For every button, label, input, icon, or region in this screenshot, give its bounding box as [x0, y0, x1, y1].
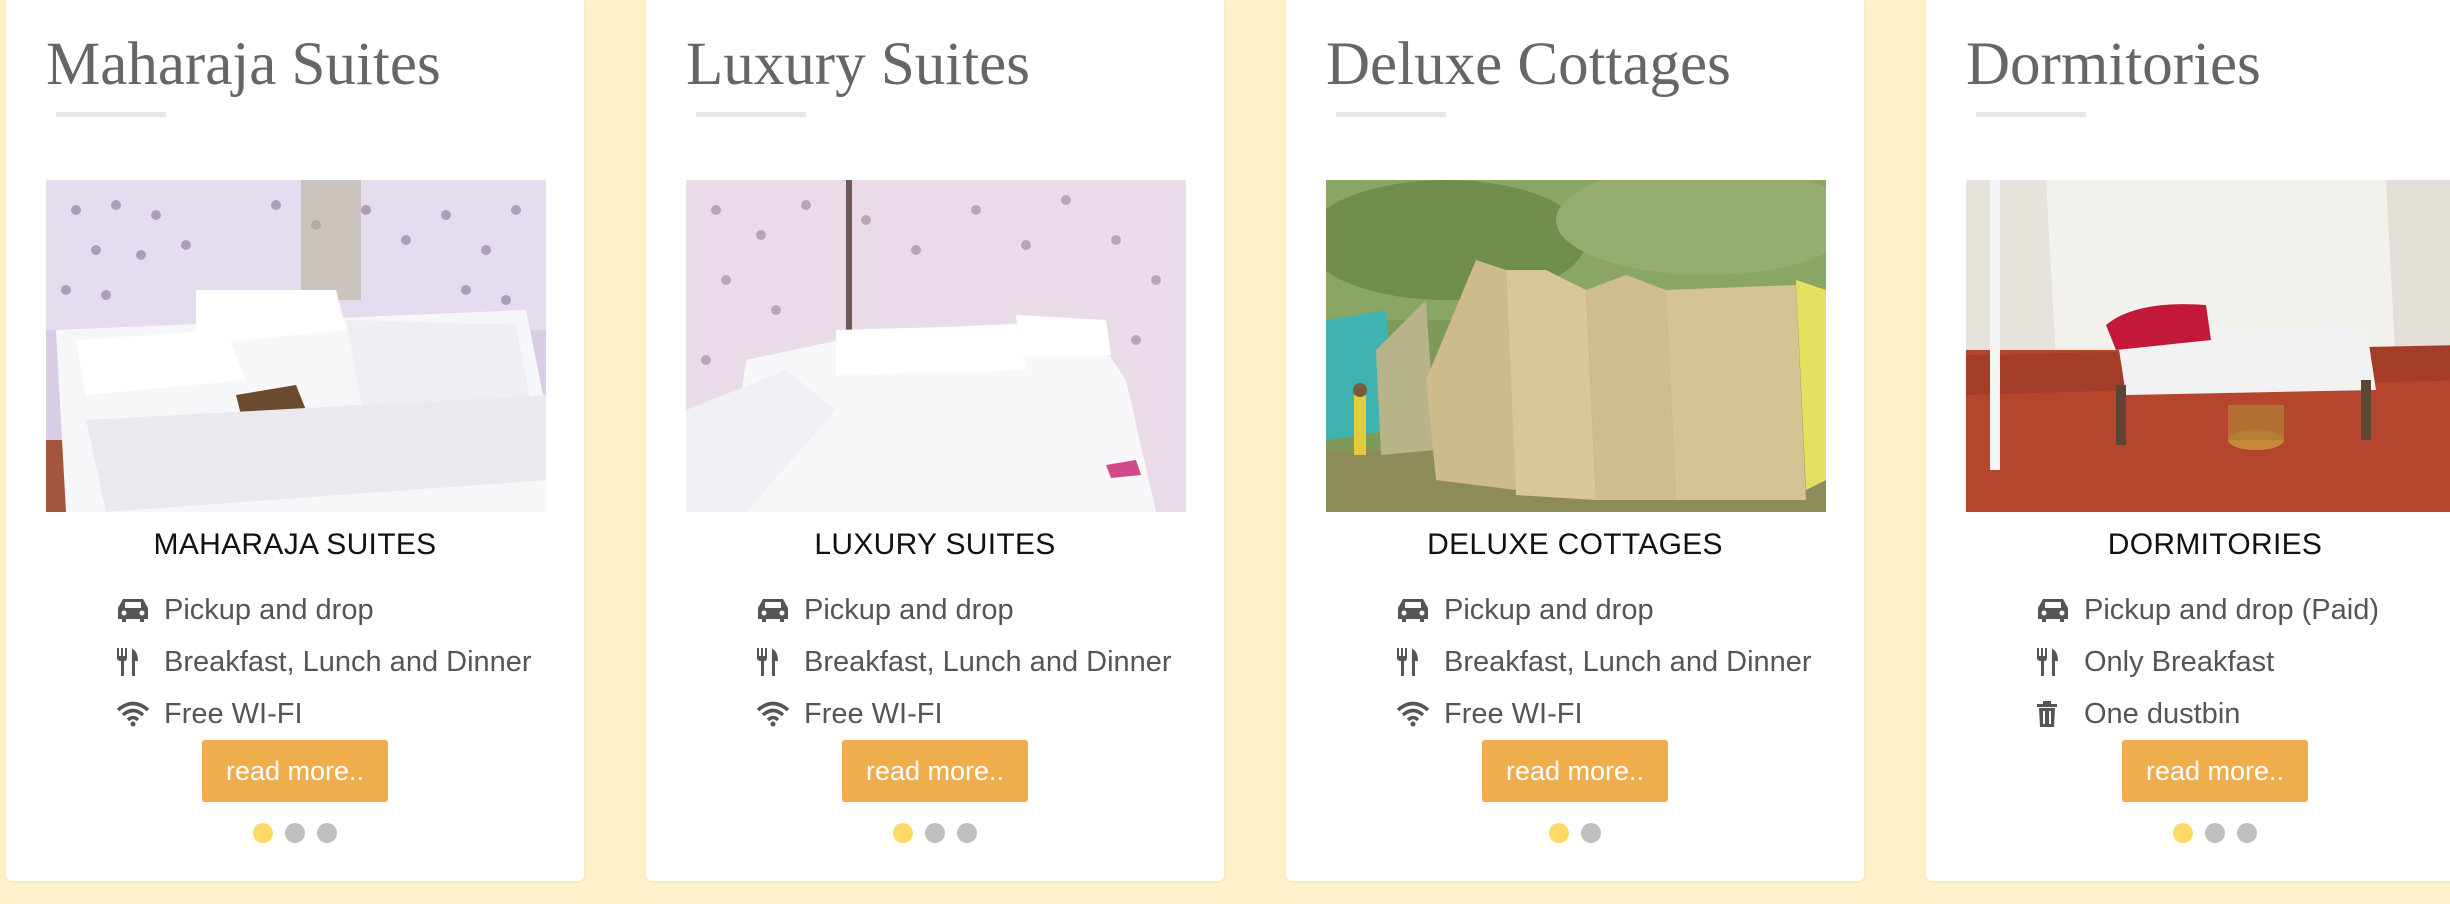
room-card-dormitories: Dormitories DORMITORIES Pickup and drop …: [1926, 0, 2450, 881]
feature-item: One dustbin: [2036, 688, 2379, 740]
wifi-icon: [756, 701, 796, 727]
card-title: Dormitories: [1966, 31, 2261, 98]
carousel-dot-1[interactable]: [253, 823, 273, 843]
car-icon: [756, 597, 796, 623]
cutlery-icon: [116, 647, 156, 677]
feature-text: Free WI-FI: [804, 697, 943, 730]
carousel-dot-2[interactable]: [1581, 823, 1601, 843]
carousel-dot-1[interactable]: [893, 823, 913, 843]
tents-outdoor-photo: [1326, 180, 1826, 512]
cutlery-icon: [756, 647, 796, 677]
read-more-button[interactable]: read more..: [1482, 740, 1668, 802]
title-underline: [696, 112, 806, 117]
feature-list: Pickup and drop Breakfast, Lunch and Din…: [116, 584, 532, 740]
read-more-button[interactable]: read more..: [202, 740, 388, 802]
car-icon: [116, 597, 156, 623]
feature-item: Only Breakfast: [2036, 636, 2379, 688]
read-more-button[interactable]: read more..: [842, 740, 1028, 802]
room-photo[interactable]: [1326, 180, 1826, 512]
feature-list: Pickup and drop (Paid) Only Breakfast On…: [2036, 584, 2379, 740]
carousel-dots: [1286, 823, 1864, 843]
card-title: Deluxe Cottages: [1326, 31, 1731, 98]
room-name: DORMITORIES: [2107, 528, 2323, 561]
feature-text: Breakfast, Lunch and Dinner: [1444, 645, 1812, 678]
trash-icon: [2036, 700, 2076, 728]
room-card-deluxe-cottages: Deluxe Cottages DELUXE COTTAGES Pickup a…: [1286, 0, 1864, 881]
feature-item: Pickup and drop: [116, 584, 532, 636]
carousel-dot-1[interactable]: [1549, 823, 1569, 843]
feature-text: One dustbin: [2084, 697, 2241, 730]
cutlery-icon: [2036, 647, 2076, 677]
carousel-dot-3[interactable]: [957, 823, 977, 843]
dormitory-photo: [1966, 180, 2450, 512]
feature-list: Pickup and drop Breakfast, Lunch and Din…: [756, 584, 1172, 740]
cutlery-icon: [1396, 647, 1436, 677]
feature-list: Pickup and drop Breakfast, Lunch and Din…: [1396, 584, 1812, 740]
tent-bedroom-photo: [46, 180, 546, 512]
feature-text: Only Breakfast: [2084, 645, 2275, 678]
room-name: LUXURY SUITES: [814, 528, 1056, 561]
car-icon: [1396, 597, 1436, 623]
carousel-dot-1[interactable]: [2173, 823, 2193, 843]
feature-item: Free WI-FI: [1396, 688, 1812, 740]
carousel-dot-2[interactable]: [2205, 823, 2225, 843]
feature-item: Pickup and drop: [1396, 584, 1812, 636]
title-underline: [56, 112, 166, 117]
feature-text: Breakfast, Lunch and Dinner: [804, 645, 1172, 678]
feature-item: Pickup and drop (Paid): [2036, 584, 2379, 636]
feature-text: Pickup and drop (Paid): [2084, 593, 2379, 626]
feature-text: Pickup and drop: [804, 593, 1014, 626]
feature-item: Free WI-FI: [756, 688, 1172, 740]
feature-text: Pickup and drop: [1444, 593, 1654, 626]
tent-bedroom-photo: [686, 180, 1186, 512]
room-name: MAHARAJA SUITES: [153, 528, 437, 561]
room-name: DELUXE COTTAGES: [1427, 528, 1723, 561]
feature-text: Free WI-FI: [164, 697, 303, 730]
feature-text: Pickup and drop: [164, 593, 374, 626]
carousel-dot-2[interactable]: [925, 823, 945, 843]
title-underline: [1336, 112, 1446, 117]
wifi-icon: [1396, 701, 1436, 727]
carousel-dots: [6, 823, 584, 843]
room-photo[interactable]: [686, 180, 1186, 512]
feature-text: Free WI-FI: [1444, 697, 1583, 730]
feature-item: Breakfast, Lunch and Dinner: [756, 636, 1172, 688]
room-card-maharaja-suites: Maharaja Suites MAHARAJA SUITES Pickup a…: [6, 0, 584, 881]
carousel-dot-3[interactable]: [2237, 823, 2257, 843]
room-card-luxury-suites: Luxury Suites LUXURY SUITES Pickup and d…: [646, 0, 1224, 881]
carousel-dots: [646, 823, 1224, 843]
carousel-dot-3[interactable]: [317, 823, 337, 843]
feature-item: Pickup and drop: [756, 584, 1172, 636]
read-more-button[interactable]: read more..: [2122, 740, 2308, 802]
carousel-dots: [1926, 823, 2450, 843]
room-photo[interactable]: [46, 180, 546, 512]
wifi-icon: [116, 701, 156, 727]
feature-item: Breakfast, Lunch and Dinner: [1396, 636, 1812, 688]
card-title: Maharaja Suites: [46, 31, 441, 98]
title-underline: [1976, 112, 2086, 117]
car-icon: [2036, 597, 2076, 623]
feature-item: Free WI-FI: [116, 688, 532, 740]
feature-text: Breakfast, Lunch and Dinner: [164, 645, 532, 678]
room-photo[interactable]: [1966, 180, 2450, 512]
card-title: Luxury Suites: [686, 31, 1030, 98]
carousel-dot-2[interactable]: [285, 823, 305, 843]
feature-item: Breakfast, Lunch and Dinner: [116, 636, 532, 688]
